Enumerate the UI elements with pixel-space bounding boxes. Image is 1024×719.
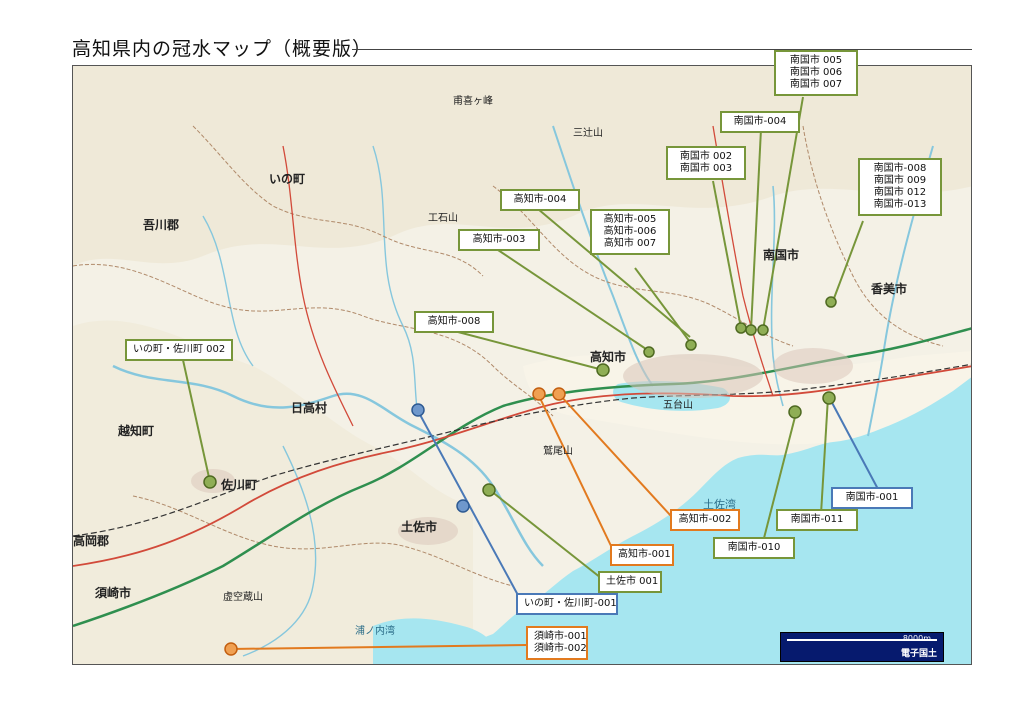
callout-line: 南国市 006 [789, 67, 843, 78]
marker-ino-sakawa-001b[interactable] [456, 499, 470, 513]
callout-line: 高知市 007 [603, 238, 657, 249]
marker-kochi-004[interactable] [685, 339, 697, 351]
marker-kochi-008[interactable] [596, 363, 610, 377]
callout-nankoku-008-013[interactable]: 南国市-008 南国市 009 南国市 012 南国市-013 [858, 158, 942, 216]
callout-line: 須崎市-001 [534, 631, 587, 642]
place-mt3: 虚空蔵山 [223, 592, 263, 603]
marker-ino-sakawa-001[interactable] [411, 403, 425, 417]
callout-line: 高知市-006 [603, 226, 657, 237]
callout-kochi-008[interactable]: 高知市-008 [414, 311, 494, 333]
callout-line: 南国市 009 [873, 175, 927, 186]
callout-ino-sakawa-001[interactable]: いの町・佐川町-001 [516, 593, 618, 615]
callout-ino-sakawa-002[interactable]: いの町・佐川町 002 [125, 339, 233, 361]
callout-kochi-002[interactable]: 高知市-002 [670, 509, 740, 531]
callout-line: 南国市 003 [679, 163, 733, 174]
callout-susaki-001-002[interactable]: 須崎市-001 須崎市-002 [526, 626, 588, 660]
callout-line: 南国市-001 [845, 492, 899, 503]
callout-line: 南国市-013 [873, 199, 927, 210]
place-tosa: 土佐市 [401, 520, 438, 534]
scale-distance: 8000m [902, 634, 931, 643]
place-mt5: 五台山 [663, 400, 693, 411]
marker-kochi-003[interactable] [643, 346, 655, 358]
marker-nankoku-004[interactable] [745, 324, 757, 336]
callout-kochi-003[interactable]: 高知市-003 [458, 229, 540, 251]
marker-susaki[interactable] [224, 642, 238, 656]
marker-nankoku-008[interactable] [825, 296, 837, 308]
map-credit: 電子国土 [900, 649, 937, 659]
map-canvas[interactable] [73, 66, 972, 665]
place-kochi: 高知市 [590, 350, 627, 364]
callout-line: いの町・佐川町 002 [133, 344, 226, 355]
place-kami: 香美市 [871, 282, 908, 296]
place-hidaka: 日高村 [291, 401, 328, 415]
place-mt4: 鷲尾山 [543, 446, 573, 457]
callout-nankoku-002-003[interactable]: 南国市 002 南国市 003 [666, 146, 746, 180]
marker-nankoku-005[interactable] [757, 324, 769, 336]
callout-nankoku-001[interactable]: 南国市-001 [831, 487, 913, 509]
callout-line: 南国市 005 [789, 55, 843, 66]
marker-nankoku-002[interactable] [735, 322, 747, 334]
callout-line: 土佐市 001 [606, 576, 659, 587]
kochi-urban [623, 354, 763, 398]
marker-ino-sakawa-002[interactable] [203, 475, 217, 489]
place-mt2: 工石山 [428, 213, 458, 224]
callout-line: 南国市 007 [789, 79, 843, 90]
place-agawa: 吾川郡 [143, 218, 180, 232]
callout-line: 南国市-011 [790, 514, 844, 525]
place-ino: いの町 [269, 172, 306, 186]
nankoku-urban [773, 348, 853, 384]
callout-line: 南国市-010 [727, 542, 781, 553]
callout-kochi-001[interactable]: 高知市-001 [610, 544, 674, 566]
marker-kochi-001[interactable] [532, 387, 546, 401]
place-susaki: 須崎市 [95, 586, 132, 600]
callout-line: 南国市-004 [733, 116, 787, 127]
callout-line: 高知市-003 [472, 234, 526, 245]
callout-line: いの町・佐川町-001 [524, 598, 617, 609]
callout-line: 高知市-004 [513, 194, 567, 205]
page-title: 高知県内の冠水マップ（概要版） [72, 38, 373, 60]
place-sannodake: 三辻山 [573, 128, 603, 139]
callout-tosa-001[interactable]: 土佐市 001 [598, 571, 662, 593]
callout-kochi-004[interactable]: 高知市-004 [500, 189, 580, 211]
callout-nankoku-004[interactable]: 南国市-004 [720, 111, 800, 133]
marker-nankoku-011[interactable] [822, 391, 836, 405]
place-sakawa: 佐川町 [221, 478, 258, 492]
callout-nankoku-011[interactable]: 南国市-011 [776, 509, 858, 531]
callout-line: 南国市 012 [873, 187, 927, 198]
callout-nankoku-010[interactable]: 南国市-010 [713, 537, 795, 559]
marker-kochi-002[interactable] [552, 387, 566, 401]
place-nankoku: 南国市 [763, 248, 800, 262]
callout-line: 南国市 002 [679, 151, 733, 162]
place-takaoka: 高岡郡 [73, 534, 110, 548]
callout-line: 須崎市-002 [534, 643, 587, 654]
callout-line: 南国市-008 [873, 163, 927, 174]
marker-tosa-001[interactable] [482, 483, 496, 497]
map-frame[interactable]: いの町 吾川郡 日高村 越知町 佐川町 高岡郡 須崎市 土佐市 高知市 南国市 … [72, 65, 972, 665]
callout-line: 高知市-005 [603, 214, 657, 225]
title-rule [352, 49, 972, 50]
callout-line: 高知市-001 [618, 549, 671, 560]
callout-nankoku-005-007[interactable]: 南国市 005 南国市 006 南国市 007 [774, 50, 858, 96]
place-mt6: 甫喜ヶ峰 [453, 96, 493, 107]
callout-line: 高知市-008 [427, 316, 481, 327]
place-ochi: 越知町 [118, 424, 155, 438]
map-scale: 8000m 電子国土 [780, 632, 944, 662]
callout-line: 高知市-002 [678, 514, 732, 525]
marker-nankoku-010[interactable] [788, 405, 802, 419]
callout-kochi-005-007[interactable]: 高知市-005 高知市-006 高知市 007 [590, 209, 670, 255]
place-mt8: 浦ノ内湾 [355, 626, 395, 637]
